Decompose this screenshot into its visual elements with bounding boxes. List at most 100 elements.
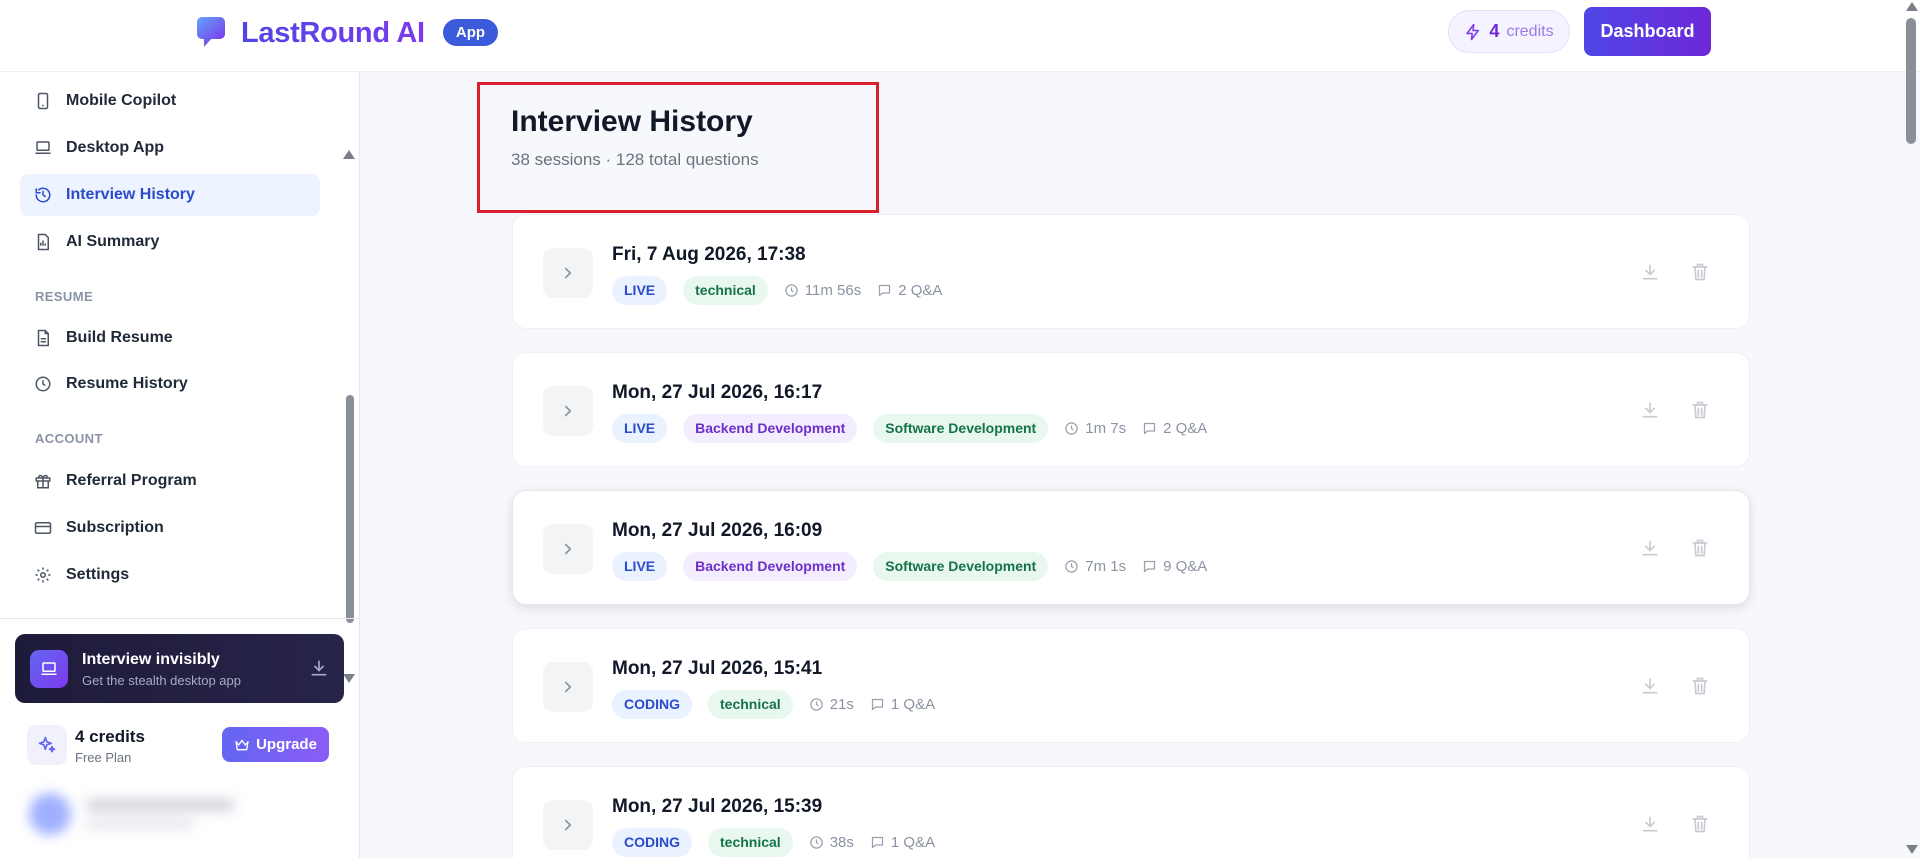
- session-qa-count: 2 Q&A: [877, 282, 942, 299]
- session-tag: CODING: [612, 690, 692, 719]
- upgrade-button[interactable]: Upgrade: [222, 727, 329, 762]
- chat-bubble-logo-icon: [197, 17, 225, 47]
- duration-text: 21s: [829, 696, 854, 713]
- sidebar-item-label: Mobile Copilot: [66, 92, 177, 109]
- duration-text: 7m 1s: [1085, 558, 1127, 575]
- sidebar-item-mobile-copilot[interactable]: Mobile Copilot: [20, 80, 320, 122]
- gift-icon: [35, 474, 51, 489]
- page-scroll-up-arrow[interactable]: [1906, 2, 1918, 11]
- expand-session-button[interactable]: [543, 386, 593, 436]
- session-meta-row: LIVE Backend Development Software Developm…: [612, 414, 1207, 443]
- sidebar-item-label: Build Resume: [66, 329, 173, 346]
- download-icon[interactable]: [1640, 814, 1660, 834]
- session-card[interactable]: Mon, 27 Jul 2026, 15:39 CODING technical …: [512, 766, 1750, 858]
- sidebar-credit-count: 4 credits: [75, 727, 145, 746]
- session-tag: Software Development: [873, 552, 1049, 581]
- session-meta-row: LIVE technical 11m 56s 2 Q&A: [612, 276, 942, 305]
- duration-text: 11m 56s: [804, 282, 862, 299]
- user-profile-blurred[interactable]: [15, 781, 335, 847]
- session-meta-row: LIVE Backend Development Software Developm…: [612, 552, 1207, 581]
- sidebar-item-resume-history[interactable]: Resume History: [20, 363, 320, 405]
- session-tag: CODING: [612, 828, 692, 857]
- page-scroll-down-arrow[interactable]: [1906, 845, 1918, 854]
- chevron-right-icon: [564, 543, 572, 555]
- sidebar-item-label: Resume History: [66, 375, 188, 392]
- trash-icon[interactable]: [1690, 400, 1710, 420]
- sidebar-scroll-down-arrow[interactable]: [343, 674, 355, 683]
- chevron-right-icon: [564, 681, 572, 693]
- message-square-icon: [1143, 560, 1156, 573]
- expand-session-button[interactable]: [543, 662, 593, 712]
- clock-icon: [785, 284, 798, 297]
- session-duration: 7m 1s: [1064, 558, 1126, 575]
- crown-icon: [235, 739, 249, 750]
- chevron-right-icon: [564, 405, 572, 417]
- session-date: Mon, 27 Jul 2026, 15:41: [612, 658, 823, 679]
- session-date: Mon, 27 Jul 2026, 16:09: [612, 520, 823, 541]
- duration-text: 38s: [829, 834, 854, 851]
- sidebar-item-interview-history[interactable]: Interview History: [20, 174, 320, 216]
- session-meta-row: CODING technical 38s 1 Q&A: [612, 828, 935, 857]
- download-icon[interactable]: [1640, 400, 1660, 420]
- session-duration: 38s: [809, 834, 854, 851]
- session-qa-count: 9 Q&A: [1142, 558, 1207, 575]
- trash-icon[interactable]: [1690, 814, 1710, 834]
- sidebar-item-label: Subscription: [66, 519, 164, 536]
- laptop-icon: [35, 141, 51, 154]
- session-card[interactable]: Mon, 27 Jul 2026, 15:41 CODING technical …: [512, 628, 1750, 743]
- sidebar-item-ai-summary[interactable]: AI Summary: [20, 221, 320, 263]
- session-meta-row: CODING technical 21s 1 Q&A: [612, 690, 935, 719]
- expand-session-button[interactable]: [543, 248, 593, 298]
- history-icon: [35, 187, 51, 203]
- session-qa-count: 1 Q&A: [870, 834, 935, 851]
- section-label-resume: RESUME: [35, 289, 94, 304]
- lightning-icon: [1466, 23, 1480, 40]
- session-date: Mon, 27 Jul 2026, 15:39: [612, 796, 823, 817]
- sidebar-item-desktop-app[interactable]: Desktop App: [20, 127, 320, 169]
- session-card[interactable]: Fri, 7 Aug 2026, 17:38 LIVE technical 11m…: [512, 214, 1750, 329]
- promo-subtitle: Get the stealth desktop app: [82, 673, 241, 688]
- sidebar-scrollbar-thumb[interactable]: [346, 395, 354, 623]
- session-tag: Backend Development: [683, 552, 858, 581]
- sidebar-item-label: Referral Program: [66, 472, 197, 489]
- expand-session-button[interactable]: [543, 524, 593, 574]
- download-icon[interactable]: [1640, 262, 1660, 282]
- sidebar-scroll-up-arrow[interactable]: [343, 150, 355, 159]
- brand-name[interactable]: LastRound AI: [241, 15, 425, 51]
- download-icon[interactable]: [1640, 676, 1660, 696]
- dashboard-button[interactable]: Dashboard: [1584, 7, 1711, 56]
- sidebar-item-label: Settings: [66, 566, 130, 583]
- qa-text: 1 Q&A: [890, 834, 936, 851]
- session-tag: Software Development: [873, 414, 1049, 443]
- download-icon[interactable]: [1640, 538, 1660, 558]
- page-scrollbar-thumb[interactable]: [1906, 18, 1916, 144]
- sidebar-item-referral-program[interactable]: Referral Program: [20, 460, 320, 502]
- credit-card-icon: [34, 522, 52, 534]
- session-tag: LIVE: [612, 414, 668, 443]
- document-chart-icon: [37, 233, 49, 251]
- session-card[interactable]: Mon, 27 Jul 2026, 16:17 LIVE Backend Deve…: [512, 352, 1750, 467]
- section-label-account: ACCOUNT: [35, 431, 103, 446]
- desktop-app-promo-card[interactable]: Interview invisibly Get the stealth desk…: [15, 634, 344, 703]
- top-header: LastRound AI App 4 credits Dashboard: [0, 0, 1920, 72]
- session-tag: technical: [708, 828, 793, 857]
- trash-icon[interactable]: [1690, 538, 1710, 558]
- laptop-icon: [30, 650, 68, 688]
- download-icon[interactable]: [309, 658, 329, 678]
- qa-text: 2 Q&A: [1163, 420, 1208, 437]
- trash-icon[interactable]: [1690, 676, 1710, 696]
- session-tag: technical: [708, 690, 793, 719]
- trash-icon[interactable]: [1690, 262, 1710, 282]
- sidebar-item-subscription[interactable]: Subscription: [20, 507, 320, 549]
- session-card[interactable]: Mon, 27 Jul 2026, 16:09 LIVE Backend Deve…: [512, 490, 1750, 605]
- session-duration: 1m 7s: [1064, 420, 1126, 437]
- sidebar-item-settings[interactable]: Settings: [20, 554, 320, 596]
- sidebar-divider: [0, 618, 359, 619]
- credits-pill[interactable]: 4 credits: [1448, 10, 1570, 53]
- session-qa-count: 1 Q&A: [870, 696, 935, 713]
- sidebar-item-build-resume[interactable]: Build Resume: [20, 317, 320, 359]
- gear-icon: [35, 567, 51, 583]
- clock-icon: [809, 836, 823, 849]
- expand-session-button[interactable]: [543, 800, 593, 850]
- message-square-icon: [1143, 422, 1156, 435]
